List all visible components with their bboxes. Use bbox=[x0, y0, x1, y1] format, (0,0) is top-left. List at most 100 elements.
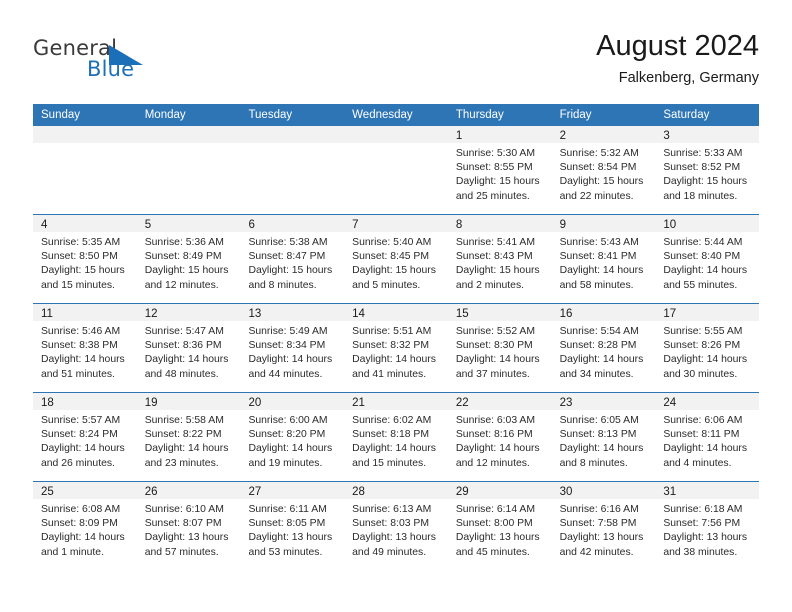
weekday-header-friday: Friday bbox=[559, 109, 592, 121]
calendar-day-cell[interactable]: 19 Sunrise: 5:58 AM Sunset: 8:22 PM Dayligh… bbox=[136, 393, 241, 481]
day-detail-line: Sunset: 8:13 PM bbox=[559, 429, 637, 441]
calendar-day-cell[interactable]: 9 Sunrise: 5:43 AM Sunset: 8:41 PM Daylight… bbox=[551, 215, 656, 303]
day-detail-line: Sunrise: 6:06 AM bbox=[663, 415, 743, 426]
calendar-day-cell[interactable]: 26 Sunrise: 6:10 AM Sunset: 8:07 PM Dayligh… bbox=[136, 482, 241, 570]
calendar-day-cell[interactable]: 24 Sunrise: 6:06 AM Sunset: 8:11 PM Dayligh… bbox=[655, 393, 760, 481]
calendar-day-cell[interactable]: 17 Sunrise: 5:55 AM Sunset: 8:26 PM Dayligh… bbox=[655, 304, 760, 392]
calendar-day-cell[interactable]: 31 Sunrise: 6:18 AM Sunset: 7:56 PM Dayligh… bbox=[655, 482, 760, 570]
day-detail-line: Sunset: 8:09 PM bbox=[41, 518, 118, 530]
day-details: Sunrise: 5:55 AM Sunset: 8:26 PM Daylight:… bbox=[655, 321, 759, 382]
calendar-day-cell[interactable]: 23 Sunrise: 6:05 AM Sunset: 8:13 PM Dayligh… bbox=[551, 393, 656, 481]
day-detail-line: Sunset: 8:41 PM bbox=[559, 251, 637, 263]
calendar-day-cell[interactable]: 5 Sunrise: 5:36 AM Sunset: 8:49 PM Daylight… bbox=[136, 215, 241, 303]
calendar-day-cell[interactable]: 2 Sunrise: 5:32 AM Sunset: 8:54 PM Daylight… bbox=[551, 126, 656, 214]
day-detail-line: Daylight: 13 hours bbox=[663, 532, 748, 544]
calendar-day-cell[interactable]: 21 Sunrise: 6:02 AM Sunset: 8:18 PM Dayligh… bbox=[344, 393, 448, 481]
day-details: Sunrise: 5:46 AM Sunset: 8:38 PM Daylight:… bbox=[33, 321, 137, 382]
calendar-weeks: 1 Sunrise: 5:30 AM Sunset: 8:55 PM Daylight… bbox=[33, 126, 760, 570]
day-number: 5 bbox=[144, 219, 152, 231]
day-details: Sunrise: 5:38 AM Sunset: 8:47 PM Daylight:… bbox=[240, 232, 344, 293]
day-number: 10 bbox=[663, 219, 677, 231]
day-number-band: 10 bbox=[655, 215, 760, 232]
calendar-day-cell[interactable]: 8 Sunrise: 5:41 AM Sunset: 8:43 PM Daylight… bbox=[447, 215, 552, 303]
calendar-day-cell[interactable]: 10 Sunrise: 5:44 AM Sunset: 8:40 PM Dayligh… bbox=[655, 215, 760, 303]
day-detail-line: Sunset: 8:18 PM bbox=[352, 429, 429, 441]
day-detail-line: Sunrise: 6:18 AM bbox=[663, 504, 743, 515]
day-number: 16 bbox=[559, 308, 573, 320]
day-number-band: 7 bbox=[344, 215, 448, 232]
day-number-band: 19 bbox=[136, 393, 241, 410]
day-detail-line: Sunset: 8:28 PM bbox=[559, 340, 637, 352]
day-detail-line: Sunrise: 6:08 AM bbox=[41, 504, 121, 515]
day-detail-line: Sunrise: 5:33 AM bbox=[663, 148, 743, 159]
day-detail-line: Sunset: 8:45 PM bbox=[352, 251, 429, 263]
day-detail-line: Daylight: 14 hours bbox=[663, 443, 748, 455]
day-detail-line: and 30 minutes. bbox=[663, 368, 738, 380]
day-number: 6 bbox=[248, 219, 255, 231]
day-detail-line: Sunset: 8:30 PM bbox=[455, 340, 533, 352]
day-number-band: 3 bbox=[655, 126, 760, 143]
day-details: Sunrise: 6:02 AM Sunset: 8:18 PM Daylight:… bbox=[344, 410, 448, 471]
calendar-day-cell[interactable]: 18 Sunrise: 5:57 AM Sunset: 8:24 PM Dayligh… bbox=[33, 393, 137, 481]
day-number-band: 24 bbox=[655, 393, 760, 410]
day-details: Sunrise: 6:10 AM Sunset: 8:07 PM Daylight:… bbox=[137, 499, 241, 560]
day-detail-line: and 55 minutes. bbox=[663, 279, 738, 291]
day-detail-line: Daylight: 15 hours bbox=[455, 176, 540, 188]
day-details: Sunrise: 6:16 AM Sunset: 7:58 PM Daylight:… bbox=[552, 499, 656, 560]
day-detail-line: Sunrise: 5:40 AM bbox=[352, 237, 432, 248]
calendar-day-cell[interactable]: 13 Sunrise: 5:49 AM Sunset: 8:34 PM Dayligh… bbox=[240, 304, 345, 392]
day-detail-line: and 57 minutes. bbox=[144, 546, 219, 558]
day-detail-line: Daylight: 14 hours bbox=[144, 354, 229, 366]
day-detail-line: Sunset: 8:52 PM bbox=[663, 162, 741, 174]
day-detail-line: Sunset: 7:56 PM bbox=[663, 518, 741, 530]
calendar-day-cell[interactable]: 20 Sunrise: 6:00 AM Sunset: 8:20 PM Dayligh… bbox=[240, 393, 345, 481]
day-number-band: 11 bbox=[33, 304, 137, 321]
day-detail-line: Sunrise: 5:41 AM bbox=[455, 237, 536, 248]
calendar-day-cell[interactable]: 12 Sunrise: 5:47 AM Sunset: 8:36 PM Dayligh… bbox=[136, 304, 241, 392]
day-details: Sunrise: 6:06 AM Sunset: 8:11 PM Daylight:… bbox=[655, 410, 759, 471]
calendar-day-cell[interactable]: 1 Sunrise: 5:30 AM Sunset: 8:55 PM Daylight… bbox=[447, 126, 552, 214]
calendar-day-cell[interactable]: 30 Sunrise: 6:16 AM Sunset: 7:58 PM Dayligh… bbox=[551, 482, 656, 570]
day-detail-line: Sunrise: 6:14 AM bbox=[455, 504, 536, 515]
day-detail-line: Sunrise: 5:32 AM bbox=[559, 148, 639, 159]
day-detail-line: and 15 minutes. bbox=[41, 279, 115, 291]
calendar-day-cell[interactable]: 16 Sunrise: 5:54 AM Sunset: 8:28 PM Dayligh… bbox=[551, 304, 656, 392]
day-number-band: 21 bbox=[344, 393, 448, 410]
day-detail-line: Sunset: 8:16 PM bbox=[455, 429, 533, 441]
day-number-band: 5 bbox=[136, 215, 241, 232]
day-details: Sunrise: 6:14 AM Sunset: 8:00 PM Daylight:… bbox=[448, 499, 552, 560]
day-detail-line: Sunset: 8:50 PM bbox=[41, 251, 118, 263]
day-number: 27 bbox=[248, 486, 262, 498]
day-detail-line: and 22 minutes. bbox=[559, 190, 634, 202]
calendar-day-cell[interactable]: 4 Sunrise: 5:35 AM Sunset: 8:50 PM Daylight… bbox=[33, 215, 137, 303]
calendar-day-cell[interactable]: 27 Sunrise: 6:11 AM Sunset: 8:05 PM Dayligh… bbox=[240, 482, 345, 570]
day-details: Sunrise: 5:41 AM Sunset: 8:43 PM Daylight:… bbox=[448, 232, 552, 293]
day-detail-line: Sunset: 8:40 PM bbox=[663, 251, 741, 263]
calendar-day-cell[interactable]: 7 Sunrise: 5:40 AM Sunset: 8:45 PM Daylight… bbox=[344, 215, 448, 303]
calendar-day-cell[interactable]: 15 Sunrise: 5:52 AM Sunset: 8:30 PM Dayligh… bbox=[447, 304, 552, 392]
calendar-day-cell[interactable]: 3 Sunrise: 5:33 AM Sunset: 8:52 PM Daylight… bbox=[655, 126, 760, 214]
day-details bbox=[240, 143, 344, 147]
day-number: 15 bbox=[455, 308, 469, 320]
day-number: 7 bbox=[352, 219, 359, 231]
calendar-day-cell[interactable]: 22 Sunrise: 6:03 AM Sunset: 8:16 PM Dayligh… bbox=[447, 393, 552, 481]
day-detail-line: Sunrise: 6:03 AM bbox=[455, 415, 536, 426]
day-detail-line: Sunrise: 5:38 AM bbox=[248, 237, 328, 248]
day-detail-line: Daylight: 13 hours bbox=[455, 532, 540, 544]
calendar-day-cell[interactable]: 25 Sunrise: 6:08 AM Sunset: 8:09 PM Dayligh… bbox=[33, 482, 137, 570]
calendar-day-cell[interactable]: 6 Sunrise: 5:38 AM Sunset: 8:47 PM Daylight… bbox=[240, 215, 345, 303]
day-number-band: 15 bbox=[447, 304, 552, 321]
day-number: 13 bbox=[248, 308, 262, 320]
brand-logo[interactable]: General Blue bbox=[33, 36, 203, 94]
calendar-day-cell[interactable]: 14 Sunrise: 5:51 AM Sunset: 8:32 PM Dayligh… bbox=[344, 304, 448, 392]
day-number-band: 2 bbox=[551, 126, 656, 143]
day-detail-line: Sunset: 8:43 PM bbox=[455, 251, 533, 263]
calendar-day-cell[interactable]: 29 Sunrise: 6:14 AM Sunset: 8:00 PM Dayligh… bbox=[447, 482, 552, 570]
day-details: Sunrise: 6:11 AM Sunset: 8:05 PM Daylight:… bbox=[240, 499, 344, 560]
day-number: 12 bbox=[144, 308, 158, 320]
calendar-day-cell[interactable]: 11 Sunrise: 5:46 AM Sunset: 8:38 PM Dayligh… bbox=[33, 304, 137, 392]
day-number: 28 bbox=[352, 486, 365, 498]
day-detail-line: and 58 minutes. bbox=[559, 279, 634, 291]
calendar-day-cell[interactable]: 28 Sunrise: 6:13 AM Sunset: 8:03 PM Dayligh… bbox=[344, 482, 448, 570]
calendar-week-row: 25 Sunrise: 6:08 AM Sunset: 8:09 PM Dayligh… bbox=[33, 481, 760, 570]
